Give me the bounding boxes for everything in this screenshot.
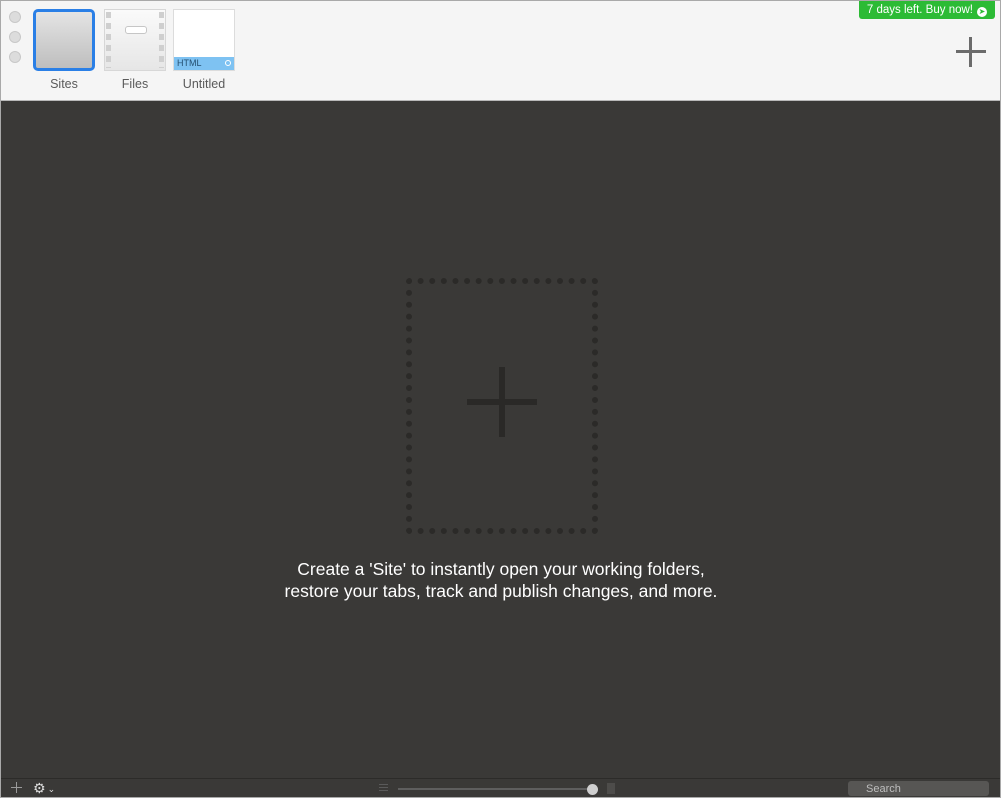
unsaved-dot-icon [225,60,231,66]
tab-files[interactable]: Files [104,9,166,91]
zoom-window-button[interactable] [9,51,21,63]
arrow-right-icon: ➤ [977,7,987,17]
tab-sites[interactable]: Sites [33,9,95,91]
buy-now-badge[interactable]: 7 days left. Buy now! ➤ [858,1,995,19]
toolbar: Sites Files HTML Untitled 7 days left. B… [1,1,1000,101]
files-box-icon [104,9,166,71]
search-input[interactable] [848,781,989,796]
file-type-badge: HTML [174,57,234,70]
tab-untitled[interactable]: HTML Untitled [173,9,235,91]
list-icon [379,784,388,792]
message-line: restore your tabs, track and publish cha… [284,581,718,601]
minimize-window-button[interactable] [9,31,21,43]
close-window-button[interactable] [9,11,21,23]
plus-icon [467,367,537,437]
sites-thumbnail [33,9,95,71]
bottom-bar: ⚙ ⌄ [1,778,1000,797]
new-tab-plus-icon[interactable] [954,35,988,69]
tab-label: Files [121,77,149,91]
add-icon[interactable] [11,782,22,793]
tab-label: Sites [50,77,78,91]
app-window: Sites Files HTML Untitled 7 days left. B… [0,0,1001,798]
document-thumbnail: HTML [173,9,235,71]
empty-state-message: Create a 'Site' to instantly open your w… [201,558,801,602]
message-line: Create a 'Site' to instantly open your w… [297,559,705,579]
zoom-slider[interactable] [398,783,598,795]
chevron-down-icon: ⌄ [47,784,56,794]
tab-label: Untitled [182,77,226,91]
gear-icon[interactable]: ⚙ ⌄ [33,779,56,797]
page-icon [607,783,615,794]
create-site-placeholder[interactable] [406,278,598,534]
slider-knob[interactable] [586,783,598,795]
